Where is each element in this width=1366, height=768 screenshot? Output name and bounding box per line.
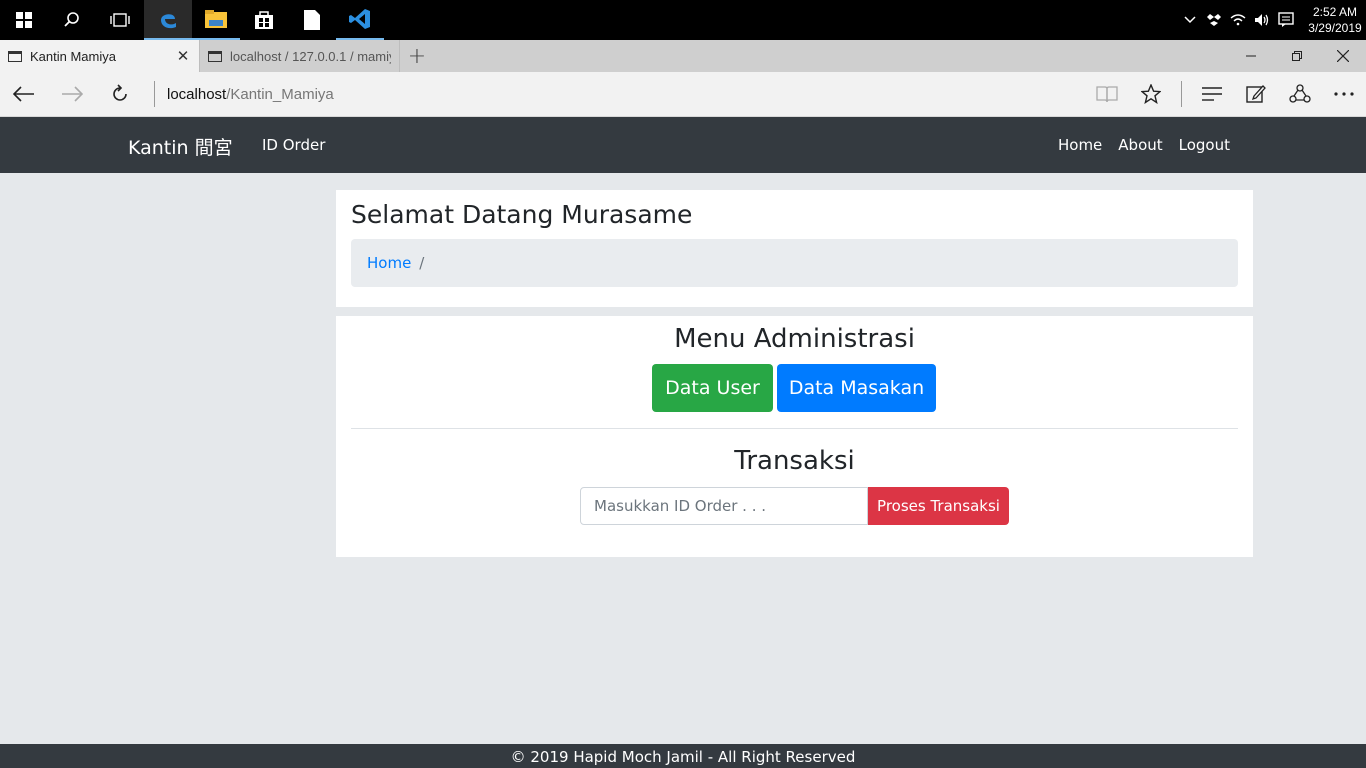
- share-icon: [1289, 84, 1311, 103]
- refresh-icon: [113, 84, 127, 101]
- close-icon: [1337, 50, 1349, 62]
- nav-link-id-order[interactable]: ID Order: [262, 136, 325, 154]
- windows-logo-icon: [16, 12, 32, 28]
- back-button[interactable]: [0, 72, 48, 117]
- page-icon: [8, 50, 22, 62]
- reading-view-button[interactable]: [1085, 72, 1129, 117]
- data-masakan-button[interactable]: Data Masakan: [777, 364, 936, 412]
- transaksi-title: Transaksi: [734, 446, 855, 476]
- transaksi-input-group: Proses Transaksi: [580, 487, 1009, 525]
- start-button[interactable]: [0, 0, 48, 40]
- admin-card: Menu Administrasi Data User Data Masakan…: [336, 316, 1253, 557]
- forward-button[interactable]: [48, 72, 96, 117]
- tab-kantin-mamiya[interactable]: Kantin Mamiya ✕: [0, 40, 200, 72]
- admin-menu-title: Menu Administrasi: [674, 324, 915, 354]
- site-navbar: Kantin 間宮 ID Order Home About Logout: [0, 117, 1366, 173]
- share-button[interactable]: [1278, 72, 1322, 117]
- tab-title: localhost / 127.0.0.1 / mamiya: [230, 48, 391, 64]
- task-view-icon: [110, 13, 130, 27]
- book-icon: [1096, 86, 1118, 103]
- page-icon: [208, 50, 222, 62]
- breadcrumb-home-link[interactable]: Home: [367, 254, 411, 272]
- taskbar-vscode[interactable]: [336, 0, 384, 40]
- address-input[interactable]: localhost/Kantin_Mamiya: [154, 81, 334, 107]
- arrow-right-icon: [62, 86, 83, 102]
- proses-transaksi-button[interactable]: Proses Transaksi: [868, 487, 1009, 525]
- nav-link-home[interactable]: Home: [1058, 136, 1102, 154]
- hub-button[interactable]: [1190, 72, 1234, 117]
- store-icon: [255, 11, 273, 29]
- restore-button[interactable]: [1274, 40, 1320, 72]
- breadcrumb: Home /: [351, 239, 1238, 287]
- navbar-right-links: Home About Logout: [1058, 136, 1230, 154]
- minimize-button[interactable]: [1228, 40, 1274, 72]
- more-button[interactable]: [1322, 72, 1366, 117]
- toolbar-divider: [1181, 81, 1182, 107]
- windows-taskbar: 2:52 AM 3/29/2019: [0, 0, 1366, 40]
- search-icon: [64, 12, 79, 27]
- clock-time: 2:52 AM: [1312, 5, 1358, 19]
- taskbar-search-button[interactable]: [48, 0, 96, 40]
- url-path: /Kantin_Mamiya: [226, 85, 334, 103]
- arrow-left-icon: [13, 86, 34, 102]
- navbar-brand[interactable]: Kantin 間宮: [128, 133, 233, 160]
- window-controls: [1228, 40, 1366, 72]
- system-tray: 2:52 AM 3/29/2019: [1178, 0, 1366, 40]
- taskbar-file-explorer[interactable]: [192, 0, 240, 40]
- volume-icon[interactable]: [1250, 0, 1274, 40]
- tab-phpmyadmin[interactable]: localhost / 127.0.0.1 / mamiya: [200, 40, 400, 72]
- new-tab-button[interactable]: +: [400, 40, 434, 72]
- web-note-button[interactable]: [1234, 72, 1278, 117]
- page-footer: © 2019 Hapid Moch Jamil - All Right Rese…: [0, 744, 1366, 768]
- vscode-icon: [349, 9, 370, 29]
- system-clock[interactable]: 2:52 AM 3/29/2019: [1304, 4, 1366, 36]
- wifi-icon[interactable]: [1226, 0, 1250, 40]
- welcome-card: Selamat Datang Murasame Home /: [336, 190, 1253, 307]
- close-icon[interactable]: ✕: [175, 47, 191, 65]
- favorite-button[interactable]: [1129, 72, 1173, 117]
- chevron-up-icon[interactable]: [1178, 0, 1202, 40]
- url-host: localhost: [167, 85, 227, 103]
- section-divider: [351, 428, 1238, 429]
- close-window-button[interactable]: [1320, 40, 1366, 72]
- taskbar-store[interactable]: [240, 0, 288, 40]
- file-explorer-icon: [205, 10, 227, 28]
- address-bar-row: localhost/Kantin_Mamiya: [0, 72, 1366, 117]
- notification-icon[interactable]: [1274, 0, 1298, 40]
- task-view-button[interactable]: [96, 0, 144, 40]
- browser-tab-strip: Kantin Mamiya ✕ localhost / 127.0.0.1 / …: [0, 40, 1366, 72]
- clock-date: 3/29/2019: [1308, 21, 1362, 35]
- nav-link-logout[interactable]: Logout: [1179, 136, 1230, 154]
- star-icon: [1141, 84, 1161, 104]
- breadcrumb-separator: /: [419, 254, 425, 272]
- page-title: Selamat Datang Murasame: [351, 200, 693, 229]
- taskbar-notepad[interactable]: [288, 0, 336, 40]
- document-icon: [304, 10, 320, 30]
- dropbox-icon[interactable]: [1202, 0, 1226, 40]
- data-user-button[interactable]: Data User: [652, 364, 773, 412]
- restore-icon: [1292, 51, 1302, 61]
- taskbar-edge[interactable]: [144, 0, 192, 40]
- pen-icon: [1246, 85, 1266, 103]
- id-order-input[interactable]: [580, 487, 868, 525]
- hub-icon: [1202, 87, 1222, 101]
- tab-title: Kantin Mamiya: [30, 48, 116, 64]
- edge-icon: [161, 14, 176, 29]
- refresh-button[interactable]: [96, 72, 144, 117]
- nav-link-about[interactable]: About: [1118, 136, 1162, 154]
- minimize-icon: [1246, 55, 1256, 57]
- more-icon: [1334, 92, 1354, 96]
